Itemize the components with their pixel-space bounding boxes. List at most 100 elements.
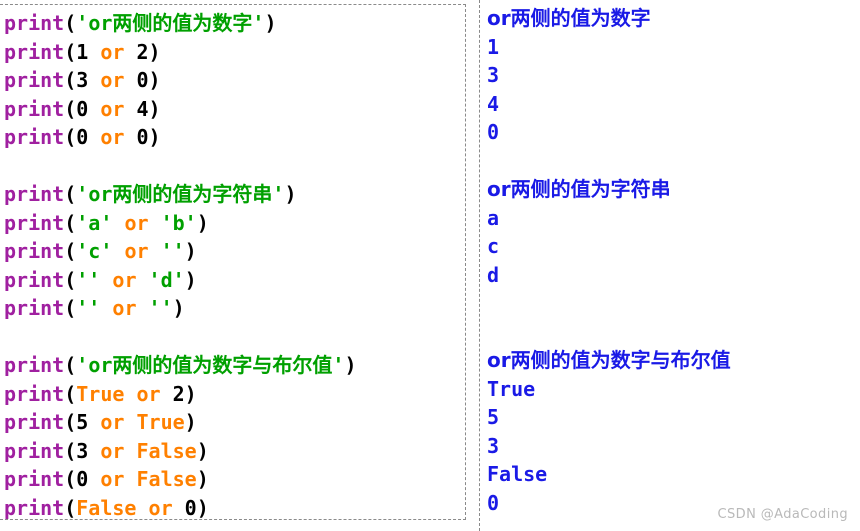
output-blank-line <box>487 318 860 347</box>
code-token-punct: ( <box>64 11 77 35</box>
code-line: print(1 or 2) <box>4 38 465 67</box>
output-line: 4 <box>487 91 500 116</box>
code-token-punct: ) <box>184 267 197 292</box>
code-token-punct: ) <box>184 410 197 434</box>
code-token-fn: print <box>4 467 65 491</box>
code-token-fn: print <box>4 296 65 320</box>
code-token-fn: print <box>4 125 65 149</box>
code-token-punct <box>88 439 100 463</box>
code-token-bool: True <box>136 410 185 434</box>
code-token-kw: or <box>112 296 137 320</box>
output-line: 5 <box>487 405 500 429</box>
code-token-num: 0 <box>184 495 197 520</box>
code-token-kw: or <box>124 239 149 263</box>
code-line: print(3 or False) <box>4 437 465 466</box>
code-token-kw: or <box>100 96 125 121</box>
code-token-punct <box>100 296 112 320</box>
code-token-punct: ( <box>64 68 77 92</box>
code-token-punct <box>137 268 149 292</box>
code-token-fn: print <box>4 353 65 377</box>
code-token-punct: ) <box>196 210 209 235</box>
output-line: a <box>487 205 500 230</box>
code-token-num: 0 <box>136 125 149 149</box>
code-editor-panel[interactable]: print('or两侧的值为数字') print(1 or 2) print(3 o… <box>0 4 466 520</box>
code-token-punct <box>124 439 136 463</box>
code-token-num: 0 <box>76 125 89 149</box>
code-token-punct: ) <box>284 182 297 206</box>
output-line: d <box>487 262 500 287</box>
console-output-panel[interactable]: or两侧的值为数字 1 3 4 0 or两侧的值为字符串 a c d or两侧的值为数字与布尔… <box>479 0 860 531</box>
code-token-str: or <box>88 182 113 206</box>
code-token-punct: ( <box>64 239 77 263</box>
code-token-bool: False <box>136 438 197 463</box>
code-token-str: 两侧的值为数字 <box>112 11 253 35</box>
code-line: print('or两侧的值为数字与布尔值') <box>4 351 465 380</box>
code-token-str: ' <box>272 182 285 206</box>
output-line: or两侧的值为数字与布尔值 <box>487 348 731 372</box>
code-token-num: 3 <box>76 438 89 463</box>
code-token-punct: ( <box>64 125 77 149</box>
output-line: c <box>487 234 500 258</box>
code-token-str: '' <box>76 267 101 292</box>
code-line: print(0 or 0) <box>4 123 465 152</box>
csdn-watermark: CSDN @AdaCoding <box>717 507 848 522</box>
output-line: or两侧的值为数字 <box>487 6 651 30</box>
code-token-punct <box>88 467 100 491</box>
code-line: print('or两侧的值为数字') <box>4 9 465 38</box>
code-line: print(0 or 4) <box>4 95 465 124</box>
code-token-str: ' <box>332 353 345 377</box>
code-token-str: or <box>88 11 113 35</box>
code-token-str: 两侧的值为字符串 <box>112 182 273 206</box>
code-token-str: ' <box>76 182 89 206</box>
code-token-kw: or <box>100 410 125 434</box>
code-token-str: 'b' <box>160 210 197 235</box>
code-token-punct <box>88 68 100 92</box>
code-token-punct: ) <box>196 438 209 463</box>
code-token-str: '' <box>148 296 173 320</box>
output-line: or两侧的值为字符串 <box>487 177 671 201</box>
code-line: print('' or '') <box>4 294 465 323</box>
code-line-list: print('or两侧的值为数字') print(1 or 2) print(3 o… <box>4 9 465 520</box>
code-token-num: 1 <box>76 39 89 64</box>
code-token-punct: ( <box>64 96 77 121</box>
code-token-punct: ) <box>148 39 161 64</box>
code-token-punct <box>161 382 173 406</box>
code-token-bool: False <box>76 495 137 520</box>
code-line: print(False or 0) <box>4 494 465 520</box>
code-token-punct <box>137 296 149 320</box>
code-token-punct: ) <box>172 296 185 320</box>
code-token-kw: or <box>100 39 125 64</box>
code-line: print('a' or 'b') <box>4 209 465 238</box>
code-token-bool: True <box>76 381 125 406</box>
code-line: print('or两侧的值为字符串') <box>4 180 465 209</box>
output-line: 3 <box>487 63 500 87</box>
code-line: print(0 or False) <box>4 465 465 494</box>
output-line: True <box>487 376 536 401</box>
code-token-punct: ( <box>64 296 77 320</box>
output-line: 3 <box>487 433 500 458</box>
code-token-punct <box>124 40 136 64</box>
output-blank-line <box>487 289 860 318</box>
code-token-kw: or <box>100 68 125 92</box>
code-token-str: '' <box>160 239 185 263</box>
code-token-punct: ) <box>148 68 161 92</box>
code-token-num: 2 <box>136 39 149 64</box>
code-token-punct: ) <box>196 495 209 520</box>
code-token-num: 0 <box>136 68 149 92</box>
code-token-punct: ( <box>64 182 77 206</box>
code-token-num: 0 <box>76 467 89 491</box>
code-token-fn: print <box>4 267 65 292</box>
code-token-punct <box>112 211 124 235</box>
output-line: 1 <box>487 34 500 59</box>
code-token-str: 两侧的值为数字与布尔值 <box>112 353 333 377</box>
code-token-fn: print <box>4 39 65 64</box>
code-token-num: 3 <box>76 68 89 92</box>
code-line: print(True or 2) <box>4 380 465 409</box>
code-token-fn: print <box>4 495 65 520</box>
code-token-fn: print <box>4 68 65 92</box>
code-token-num: 5 <box>76 410 89 434</box>
code-token-fn: print <box>4 438 65 463</box>
code-token-str: ' <box>76 353 89 377</box>
output-line-list: or两侧的值为数字 1 3 4 0 or两侧的值为字符串 a c d or两侧的值为数字与布尔… <box>487 4 860 517</box>
code-token-punct <box>136 496 148 520</box>
